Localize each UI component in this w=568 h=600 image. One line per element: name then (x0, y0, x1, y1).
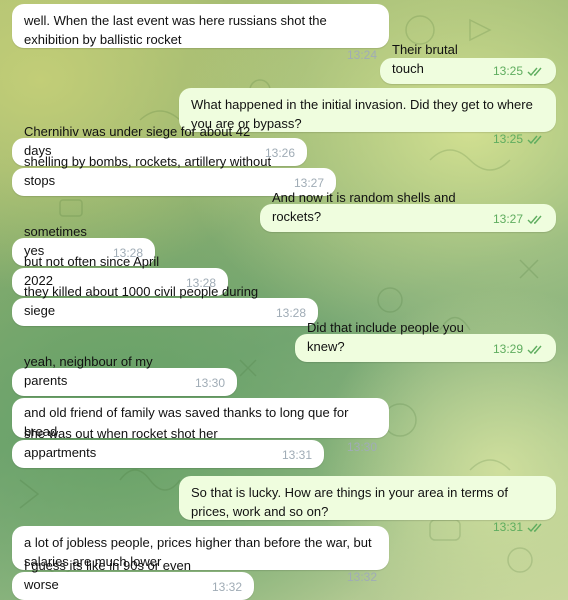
double-check-icon (527, 67, 542, 76)
message-time: 13:30 (194, 376, 225, 390)
message-incoming[interactable]: well. When the last event was here russi… (12, 4, 389, 62)
message-time: 13:29 (492, 342, 523, 356)
message-time: 13:27 (492, 212, 523, 226)
message-text: I guess its like in 90s or even worse (24, 558, 195, 592)
message-text: they killed about 1000 civil people duri… (24, 284, 262, 318)
message-incoming[interactable]: she was out when rocket shot her appartm… (12, 426, 324, 468)
message-incoming[interactable]: I guess its like in 90s or even worse 13… (12, 558, 254, 600)
message-time: 13:31 (492, 520, 523, 534)
message-text: well. When the last event was here russi… (24, 13, 331, 47)
message-text: yeah, neighbour of my parents (24, 354, 157, 388)
message-time: 13:25 (492, 132, 523, 146)
message-outgoing[interactable]: Did that include people you knew? 13:29 (295, 320, 556, 362)
message-outgoing[interactable]: And now it is random shells and rockets?… (260, 190, 556, 232)
double-check-icon (527, 135, 542, 144)
message-outgoing[interactable]: So that is lucky. How are things in your… (179, 476, 556, 534)
message-text: And now it is random shells and rockets? (272, 190, 460, 224)
double-check-icon (527, 345, 542, 354)
message-incoming[interactable]: they killed about 1000 civil people duri… (12, 284, 318, 326)
message-time: 13:28 (275, 306, 306, 320)
message-text: Their brutal touch (392, 42, 462, 76)
double-check-icon (527, 523, 542, 532)
message-time: 13:32 (211, 580, 242, 594)
message-text: So that is lucky. How are things in your… (191, 485, 512, 519)
double-check-icon (527, 215, 542, 224)
message-time: 13:31 (281, 448, 312, 462)
message-text: Did that include people you knew? (307, 320, 468, 354)
message-time: 13:25 (492, 64, 523, 78)
message-outgoing[interactable]: Their brutal touch 13:25 (380, 42, 556, 84)
message-text: she was out when rocket shot her appartm… (24, 426, 222, 460)
message-incoming[interactable]: yeah, neighbour of my parents 13:30 (12, 354, 237, 396)
message-text: shelling by bombs, rockets, artillery wi… (24, 154, 275, 188)
message-time: 13:24 (346, 48, 377, 62)
